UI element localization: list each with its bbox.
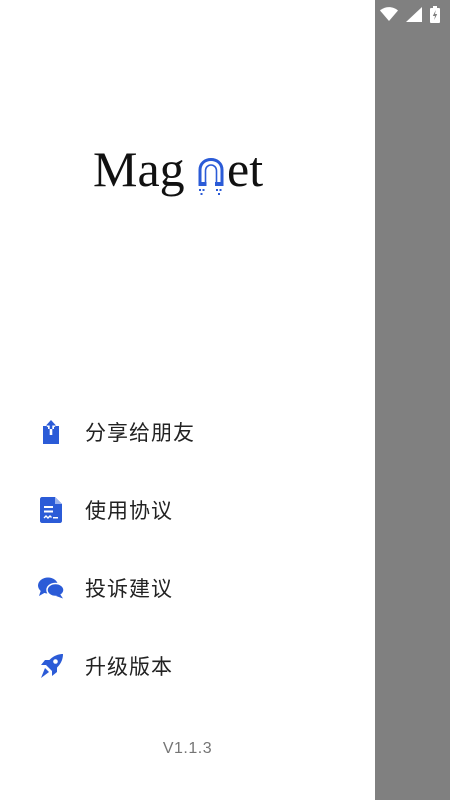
version-label: V1.1.3: [162, 740, 213, 757]
navigation-drawer: Mag et 分享给朋友 使用协议 投诉建议 升级版本 V1.1.3: [0, 0, 375, 800]
agreement-document-icon: [38, 497, 64, 523]
menu-item-upgrade[interactable]: 升级版本: [0, 627, 375, 705]
app-logo: Mag et: [0, 138, 375, 208]
battery-charging-icon: [430, 5, 440, 23]
status-bar: [375, 0, 450, 28]
cellular-signal-icon: [406, 6, 422, 22]
chat-bubbles-icon: [38, 575, 64, 601]
wifi-icon: [380, 7, 398, 21]
svg-text:Mag: Mag: [93, 141, 185, 197]
menu-item-share[interactable]: 分享给朋友: [0, 393, 375, 471]
menu-item-label: 使用协议: [85, 499, 173, 523]
screen: Mag et 分享给朋友 使用协议 投诉建议 升级版本 V1.1.3: [0, 0, 450, 800]
drawer-menu: 分享给朋友 使用协议 投诉建议 升级版本: [0, 393, 375, 705]
menu-item-agreement[interactable]: 使用协议: [0, 471, 375, 549]
menu-item-label: 升级版本: [85, 655, 173, 679]
share-icon: [38, 419, 64, 445]
menu-item-feedback[interactable]: 投诉建议: [0, 549, 375, 627]
menu-item-label: 分享给朋友: [85, 421, 195, 445]
svg-text:et: et: [227, 141, 263, 197]
menu-item-label: 投诉建议: [85, 577, 173, 601]
rocket-icon: [38, 653, 64, 679]
